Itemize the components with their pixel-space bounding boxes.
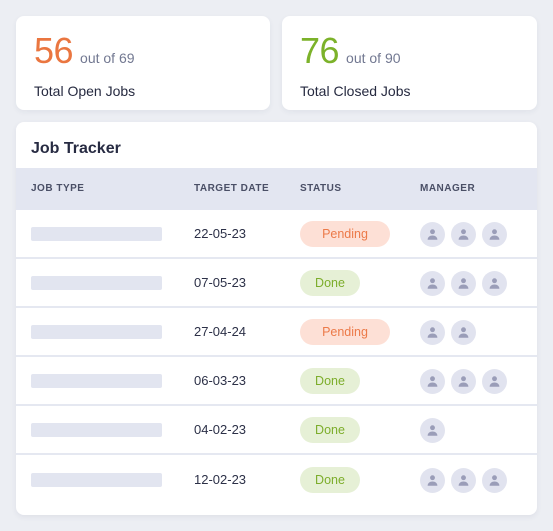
manager-avatar[interactable] — [482, 221, 507, 247]
user-avatar-icon — [457, 375, 470, 388]
manager-avatars — [420, 417, 445, 443]
closed-jobs-total: out of 90 — [346, 50, 401, 66]
job-type-placeholder — [31, 275, 162, 290]
user-avatar-icon — [488, 277, 501, 290]
manager-avatar[interactable] — [451, 270, 476, 296]
closed-jobs-label: Total Closed Jobs — [300, 83, 411, 99]
manager-avatar[interactable] — [482, 368, 507, 394]
table-row[interactable]: 07-05-23 Done — [16, 259, 537, 308]
target-date: 07-05-23 — [194, 274, 247, 290]
status-badge: Done — [300, 367, 360, 394]
user-avatar-icon — [488, 474, 501, 487]
user-avatar-icon — [488, 228, 501, 241]
user-avatar-icon — [457, 326, 470, 339]
manager-avatar[interactable] — [420, 467, 445, 493]
job-type-placeholder — [31, 226, 162, 241]
table-row[interactable]: 06-03-23 Done — [16, 357, 537, 406]
job-tracker-card: Job Tracker JOB TYPE TARGET DATE STATUS … — [16, 122, 537, 515]
table-header: JOB TYPE TARGET DATE STATUS MANAGER — [16, 168, 537, 210]
job-type-placeholder — [31, 422, 162, 437]
status-badge: Done — [300, 269, 360, 296]
manager-avatar[interactable] — [420, 417, 445, 443]
status-badge: Pending — [300, 318, 390, 345]
job-type-placeholder — [31, 373, 162, 388]
table-row[interactable]: 22-05-23 Pending — [16, 210, 537, 259]
user-avatar-icon — [426, 326, 439, 339]
job-tracker-title: Job Tracker — [31, 140, 121, 157]
manager-avatar[interactable] — [420, 319, 445, 345]
manager-avatar[interactable] — [451, 221, 476, 247]
user-avatar-icon — [457, 228, 470, 241]
manager-avatar[interactable] — [420, 221, 445, 247]
status-badge: Done — [300, 466, 360, 493]
user-avatar-icon — [426, 375, 439, 388]
target-date: 22-05-23 — [194, 225, 247, 241]
open-jobs-count: 56 — [34, 30, 74, 71]
user-avatar-icon — [457, 277, 470, 290]
user-avatar-icon — [426, 424, 439, 437]
user-avatar-icon — [426, 228, 439, 241]
table-row[interactable]: 12-02-23 Done — [16, 455, 537, 504]
column-header-status[interactable]: STATUS — [300, 183, 342, 194]
open-jobs-label: Total Open Jobs — [34, 83, 136, 99]
user-avatar-icon — [457, 474, 470, 487]
target-date: 27-04-24 — [194, 323, 247, 339]
table-row[interactable]: 27-04-24 Pending — [16, 308, 537, 357]
manager-avatar[interactable] — [482, 467, 507, 493]
closed-jobs-count: 76 — [300, 30, 340, 71]
manager-avatar[interactable] — [451, 368, 476, 394]
status-badge: Pending — [300, 220, 390, 247]
user-avatar-icon — [426, 474, 439, 487]
manager-avatar[interactable] — [482, 270, 507, 296]
closed-jobs-card: 76 out of 90 Total Closed Jobs — [282, 16, 537, 110]
target-date: 06-03-23 — [194, 372, 247, 388]
manager-avatars — [420, 467, 507, 493]
manager-avatars — [420, 319, 476, 345]
manager-avatars — [420, 368, 507, 394]
manager-avatar[interactable] — [451, 467, 476, 493]
dashboard-frame: 56 out of 69 Total Open Jobs 76 out of 9… — [0, 0, 553, 531]
open-jobs-card: 56 out of 69 Total Open Jobs — [16, 16, 270, 110]
column-header-job-type[interactable]: JOB TYPE — [31, 183, 84, 194]
manager-avatars — [420, 221, 507, 247]
manager-avatar[interactable] — [420, 270, 445, 296]
user-avatar-icon — [488, 375, 501, 388]
column-header-target-date[interactable]: TARGET DATE — [194, 183, 269, 194]
status-badge: Done — [300, 416, 360, 443]
target-date: 04-02-23 — [194, 421, 247, 437]
column-header-manager[interactable]: MANAGER — [420, 183, 475, 194]
table-row[interactable]: 04-02-23 Done — [16, 406, 537, 455]
open-jobs-total: out of 69 — [80, 50, 135, 66]
manager-avatar[interactable] — [451, 319, 476, 345]
job-type-placeholder — [31, 324, 162, 339]
job-type-placeholder — [31, 472, 162, 487]
user-avatar-icon — [426, 277, 439, 290]
manager-avatar[interactable] — [420, 368, 445, 394]
target-date: 12-02-23 — [194, 471, 247, 487]
table-body: 22-05-23 Pending 07-05-23 Done 27-04-24 Pendi… — [16, 210, 537, 504]
manager-avatars — [420, 270, 507, 296]
